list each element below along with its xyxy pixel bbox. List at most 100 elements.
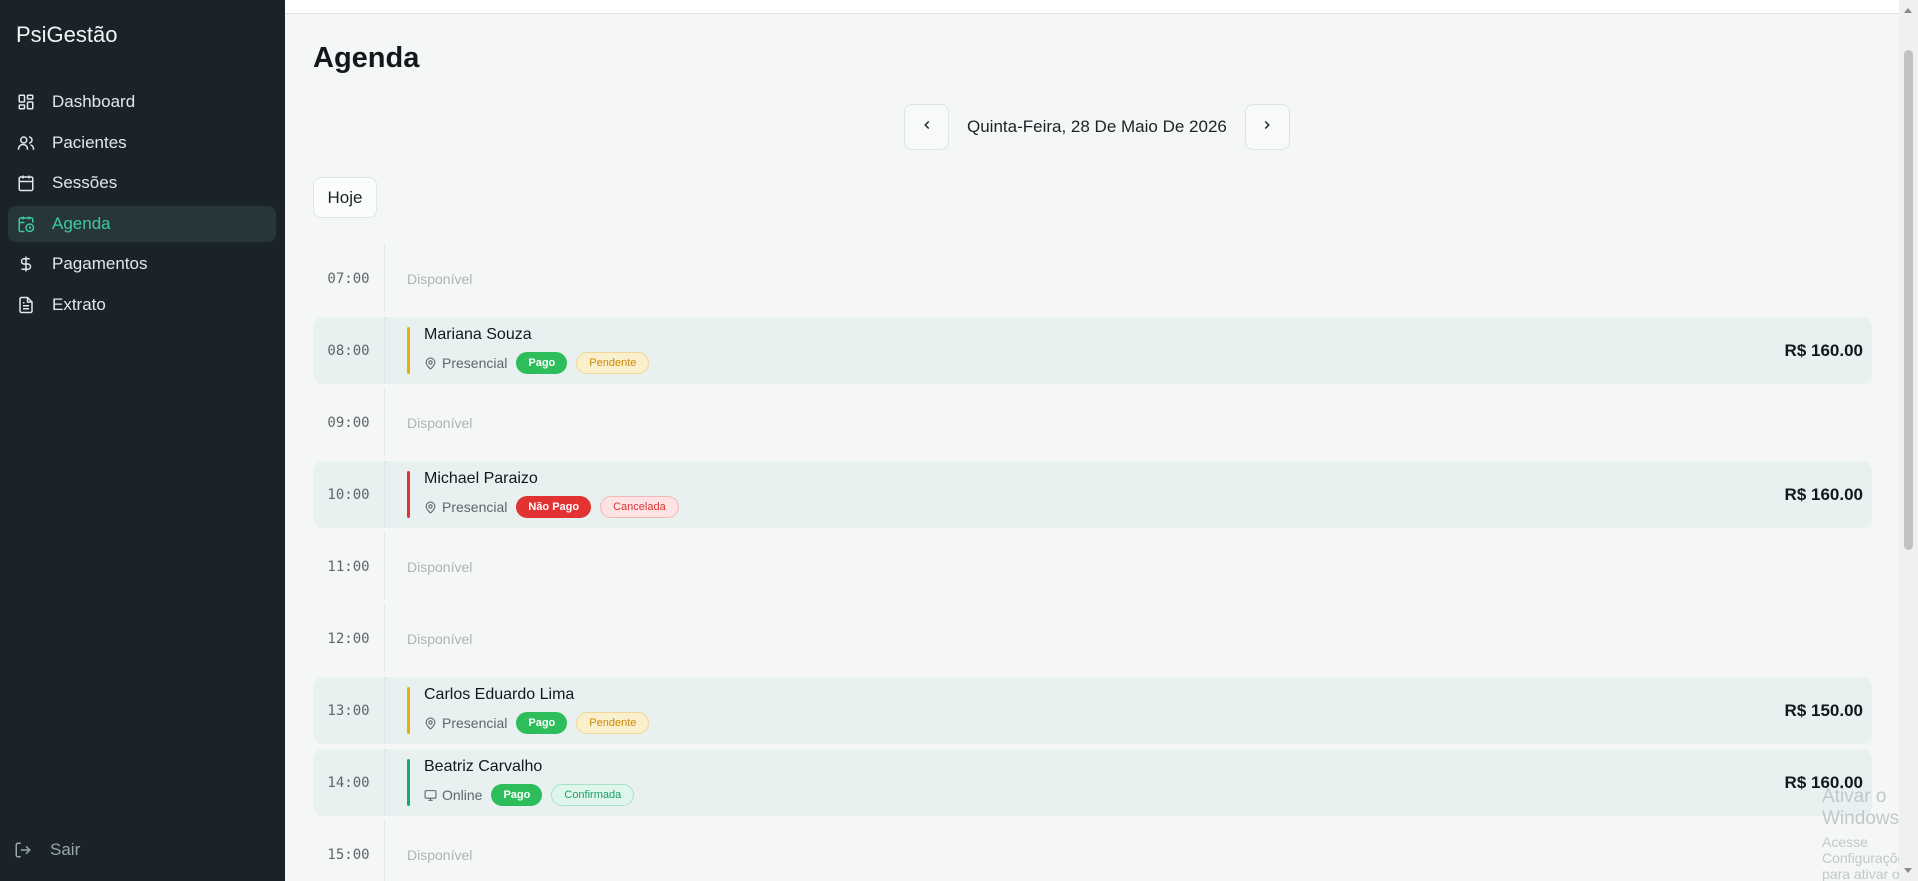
- next-day-button[interactable]: [1244, 104, 1290, 150]
- sidebar-item-label: Dashboard: [52, 92, 136, 111]
- session-mode: Presencial: [442, 355, 508, 371]
- sidebar-item-label: Agenda: [52, 213, 111, 233]
- map-pin-icon: [424, 500, 438, 514]
- time-slot-1500[interactable]: 15:00 Disponível: [313, 821, 1872, 881]
- slot-time: 07:00: [327, 270, 370, 287]
- today-button[interactable]: Hoje: [313, 177, 377, 218]
- map-pin-icon: [424, 716, 438, 730]
- payment-badge: Pago: [491, 784, 543, 806]
- scrollbar-thumb[interactable]: [1904, 50, 1913, 550]
- slot-time: 09:00: [327, 414, 370, 431]
- appointment-card[interactable]: 13:00 Carlos Eduardo Lima Presencial Pag…: [313, 677, 1872, 744]
- patient-name: Michael Paraizo: [424, 470, 538, 487]
- slot-divider: [384, 245, 385, 312]
- scroll-up-arrow-icon[interactable]: [1904, 8, 1912, 13]
- users-icon: [16, 133, 36, 153]
- status-bar: [407, 471, 410, 518]
- status-badge: Confirmada: [551, 784, 635, 806]
- chevron-left-icon: [920, 118, 934, 137]
- sidebar-item-pacientes[interactable]: Pacientes: [8, 125, 276, 161]
- appointment-card[interactable]: 08:00 Mariana Souza Presencial Pago Pend…: [313, 317, 1872, 384]
- grid-icon: [16, 92, 36, 112]
- payment-badge: Pago: [516, 352, 568, 374]
- appointment-meta: Online Pago Confirmada: [424, 784, 643, 806]
- calendar-clock-icon: [16, 214, 36, 234]
- date-navigator: Quinta-Feira, 28 De Maio De 2026: [904, 104, 1290, 150]
- logout-button[interactable]: Sair: [14, 840, 80, 860]
- appointment-card[interactable]: 10:00 Michael Paraizo Presencial Não Pag…: [313, 461, 1872, 528]
- slot-time: 13:00: [327, 702, 370, 719]
- previous-day-button[interactable]: [904, 104, 949, 150]
- sidebar-item-label: Pagamentos: [52, 254, 148, 273]
- patient-name: Mariana Souza: [424, 326, 532, 343]
- slot-divider: [384, 317, 385, 384]
- sidebar-item-extrato[interactable]: Extrato: [8, 287, 276, 323]
- slot-divider: [384, 461, 385, 528]
- chevron-right-icon: [1260, 118, 1274, 137]
- slot-divider: [384, 533, 385, 600]
- main-content: Agenda Quinta-Feira, 28 De Maio De 2026 …: [285, 0, 1912, 881]
- slot-divider: [384, 821, 385, 881]
- slot-time: 08:00: [327, 342, 370, 359]
- time-slot-1200[interactable]: 12:00 Disponível: [313, 605, 1872, 672]
- session-price: R$ 160.00: [1784, 340, 1863, 360]
- slot-divider: [384, 605, 385, 672]
- patient-name: Beatriz Carvalho: [424, 758, 543, 775]
- slot-available-label: Disponível: [407, 846, 473, 863]
- sidebar-item-dashboard[interactable]: Dashboard: [8, 84, 276, 120]
- session-mode: Presencial: [442, 715, 508, 731]
- appointment-meta: Presencial Pago Pendente: [424, 352, 658, 374]
- slot-time: 10:00: [327, 486, 370, 503]
- scroll-down-arrow-icon[interactable]: [1904, 868, 1912, 873]
- session-price: R$ 150.00: [1784, 700, 1863, 720]
- payment-badge: Pago: [516, 712, 568, 734]
- session-price: R$ 160.00: [1784, 484, 1863, 504]
- slot-time: 14:00: [327, 774, 370, 791]
- appointment-meta: Presencial Não Pago Cancelada: [424, 496, 688, 518]
- file-text-icon: [16, 295, 36, 315]
- slot-time: 12:00: [327, 630, 370, 647]
- time-slot-1100[interactable]: 11:00 Disponível: [313, 533, 1872, 600]
- slot-available-label: Disponível: [407, 414, 473, 431]
- sidebar-item-label: Extrato: [52, 294, 106, 314]
- session-mode: Presencial: [442, 499, 508, 515]
- sidebar-item-label: Pacientes: [52, 132, 127, 152]
- calendar-icon: [16, 173, 36, 193]
- top-bar: [285, 0, 1899, 14]
- sidebar-nav: Dashboard Pacientes Sessões Agenda Pagam…: [8, 84, 276, 327]
- monitor-icon: [424, 788, 438, 802]
- time-slot-0900[interactable]: 09:00 Disponível: [313, 389, 1872, 456]
- map-pin-icon: [424, 356, 438, 370]
- status-bar: [407, 759, 410, 806]
- slot-divider: [384, 389, 385, 456]
- dollar-icon: [16, 254, 36, 274]
- sidebar-item-label: Sessões: [52, 173, 118, 192]
- status-badge: Pendente: [576, 352, 650, 374]
- schedule-list: 07:00 Disponível 08:00 Mariana Souza Pre…: [313, 245, 1872, 881]
- patient-name: Carlos Eduardo Lima: [424, 686, 575, 703]
- current-date-label: Quinta-Feira, 28 De Maio De 2026: [967, 117, 1227, 136]
- appointment-card[interactable]: 14:00 Beatriz Carvalho Online Pago Confi…: [313, 749, 1872, 816]
- slot-time: 15:00: [327, 846, 370, 863]
- time-slot-0700[interactable]: 07:00 Disponível: [313, 245, 1872, 312]
- sidebar: PsiGestão Dashboard Pacientes Sessões Ag…: [0, 0, 285, 881]
- slot-available-label: Disponível: [407, 630, 473, 647]
- log-out-icon: [14, 840, 34, 860]
- status-bar: [407, 687, 410, 734]
- payment-badge: Não Pago: [516, 496, 592, 518]
- status-badge: Pendente: [576, 712, 650, 734]
- appointment-meta: Presencial Pago Pendente: [424, 712, 658, 734]
- sidebar-item-pagamentos[interactable]: Pagamentos: [8, 246, 276, 282]
- status-badge: Cancelada: [600, 496, 679, 518]
- page-title: Agenda: [313, 42, 420, 74]
- vertical-scrollbar[interactable]: [1899, 0, 1918, 881]
- sidebar-item-sessoes[interactable]: Sessões: [8, 165, 276, 201]
- slot-divider: [384, 677, 385, 744]
- sidebar-item-agenda[interactable]: Agenda: [8, 205, 276, 242]
- status-bar: [407, 327, 410, 374]
- app-logo-text: PsiGestão: [16, 22, 118, 47]
- logout-label: Sair: [50, 840, 81, 859]
- slot-divider: [384, 749, 385, 816]
- slot-available-label: Disponível: [407, 558, 473, 575]
- session-mode: Online: [442, 787, 483, 803]
